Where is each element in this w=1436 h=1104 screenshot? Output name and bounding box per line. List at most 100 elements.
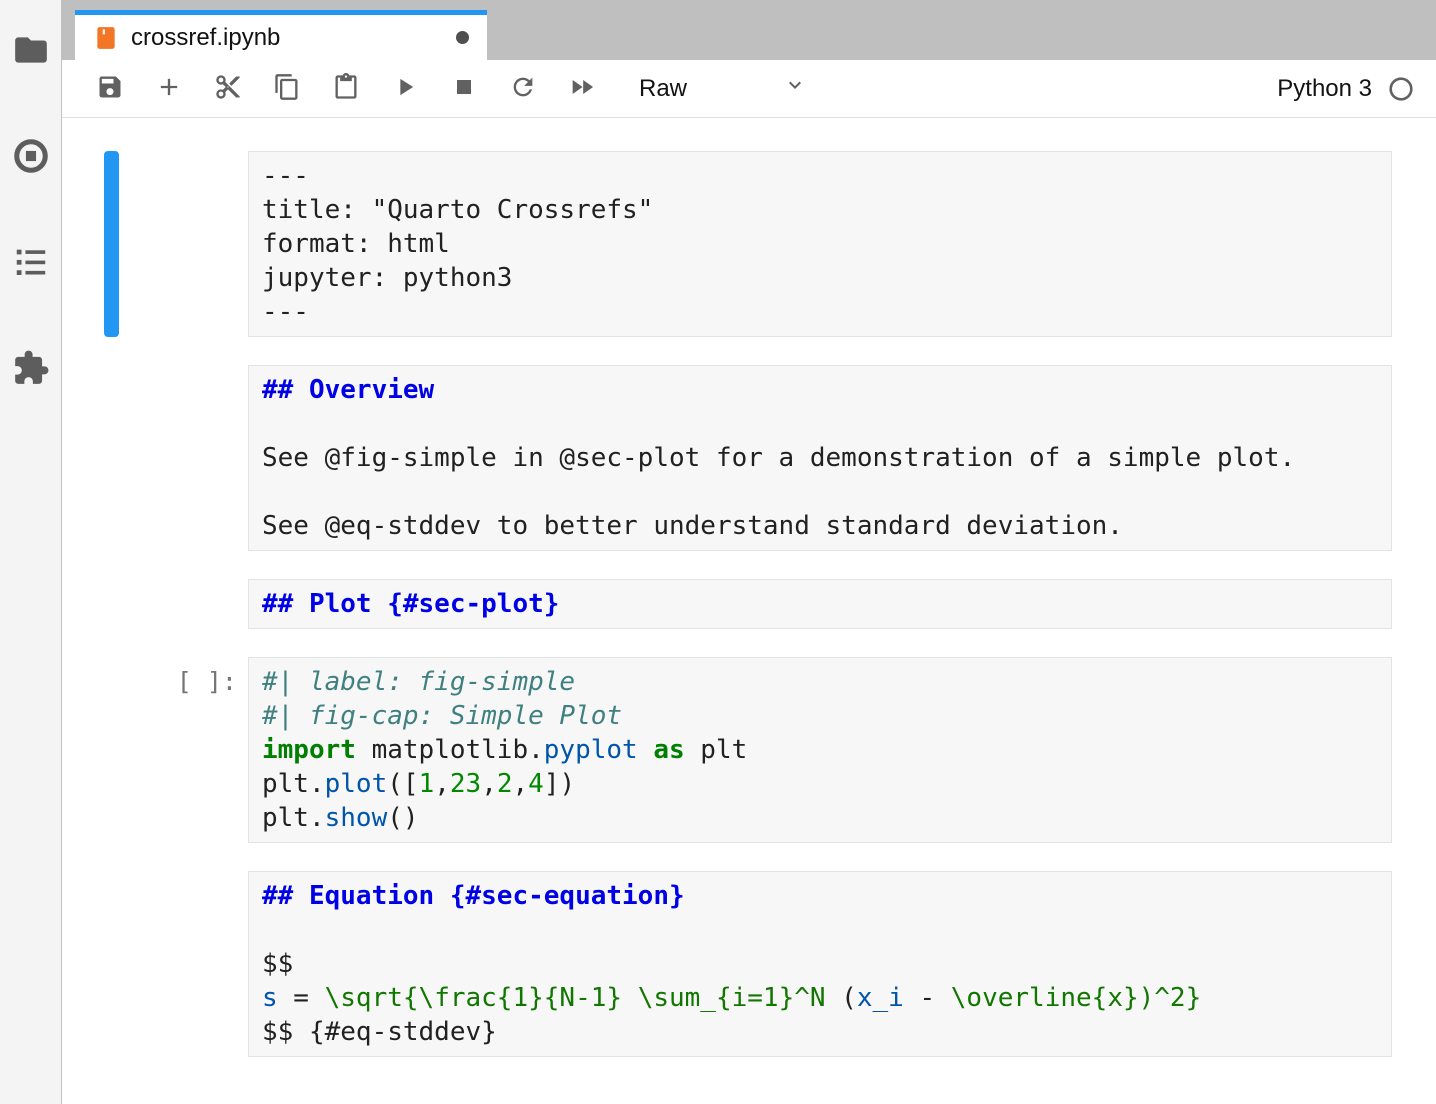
code-token: plt.: [262, 769, 325, 799]
code-token: 23: [450, 769, 481, 799]
code-token: ([: [387, 769, 418, 799]
unsaved-changes-dot[interactable]: [456, 31, 469, 44]
puzzle-icon: [12, 349, 50, 390]
code-line: ## Equation {#sec-equation}: [249, 879, 1391, 913]
insert-cell-button[interactable]: [147, 67, 191, 111]
notebook-cell-markdown: ## Equation {#sec-equation} $$s = \sqrt{…: [104, 871, 1392, 1057]
cell-editor[interactable]: ## Overview See @fig-simple in @sec-plot…: [248, 365, 1392, 551]
plus-icon: [155, 73, 183, 104]
cut-cells-button[interactable]: [206, 67, 250, 111]
code-token: import: [262, 735, 356, 765]
code-token: #| fig-cap: Simple Plot: [262, 701, 622, 731]
code-line: format: html: [249, 227, 1391, 261]
code-token: (: [826, 983, 857, 1013]
code-token: jupyter: python3: [262, 263, 512, 293]
cell-collapser[interactable]: [104, 365, 119, 551]
code-token: 2: [497, 769, 513, 799]
code-token: ---: [262, 297, 309, 327]
tab-crossref-ipynb[interactable]: crossref.ipynb: [75, 10, 487, 60]
cell-editor[interactable]: --- title: "Quarto Crossrefs" format: html…: [248, 151, 1392, 337]
code-line: ## Plot {#sec-plot}: [249, 587, 1391, 621]
restart-icon: [509, 73, 537, 104]
code-token: title: "Quarto Crossrefs": [262, 195, 653, 225]
code-token: \sqrt{\frac{1}{N-1} \sum_{i=1}^N: [325, 983, 826, 1013]
code-line: [249, 407, 1391, 441]
code-token: matplotlib.: [356, 735, 544, 765]
restart-kernel-button[interactable]: [501, 67, 545, 111]
folder-icon: [12, 31, 50, 72]
sidebar-item-file-browser[interactable]: [11, 32, 51, 70]
kernel-name[interactable]: Python 3: [1277, 75, 1372, 103]
code-token: ## Overview: [262, 375, 434, 405]
stop-icon: [450, 73, 478, 104]
code-line: ---: [249, 295, 1391, 329]
code-line: plt.plot([1,23,2,4]): [249, 767, 1391, 801]
code-token: See @fig-simple in @sec-plot for a demon…: [262, 443, 1295, 473]
fast-forward-icon: [568, 73, 596, 104]
cell-editor[interactable]: ## Plot {#sec-plot}: [248, 579, 1392, 629]
code-token: See @eq-stddev to better understand stan…: [262, 511, 1123, 541]
chevron-down-icon: [783, 73, 807, 104]
code-token: as: [653, 735, 684, 765]
code-token: ## Plot {#sec-plot}: [262, 589, 559, 619]
code-token: ## Equation {#sec-equation}: [262, 881, 685, 911]
code-token: plot: [325, 769, 388, 799]
notebook-cell-raw: --- title: "Quarto Crossrefs" format: html…: [104, 151, 1392, 337]
paste-icon: [332, 73, 360, 104]
cell-editor[interactable]: ## Equation {#sec-equation} $$s = \sqrt{…: [248, 871, 1392, 1057]
kernel-status-icon[interactable]: [1388, 76, 1414, 102]
copy-cells-button[interactable]: [265, 67, 309, 111]
code-token: format: html: [262, 229, 450, 259]
run-cell-button[interactable]: [383, 67, 427, 111]
code-token: [638, 735, 654, 765]
code-line: ## Overview: [249, 373, 1391, 407]
cell-editor[interactable]: #| label: fig-simple #| fig-cap: Simple P…: [248, 657, 1392, 843]
code-token: ,: [434, 769, 450, 799]
cell-prompt: [119, 871, 248, 1057]
code-line: [249, 913, 1391, 947]
code-line: import matplotlib.pyplot as plt: [249, 733, 1391, 767]
scissors-icon: [214, 73, 242, 104]
code-token: 1: [419, 769, 435, 799]
code-token: ---: [262, 161, 309, 191]
interrupt-kernel-button[interactable]: [442, 67, 486, 111]
code-token: show: [325, 803, 388, 833]
play-icon: [391, 73, 419, 104]
code-line: s = \sqrt{\frac{1}{N-1} \sum_{i=1}^N (x_…: [249, 981, 1391, 1015]
code-line: See @fig-simple in @sec-plot for a demon…: [249, 441, 1391, 475]
cell-type-value: Raw: [639, 75, 687, 103]
code-token: #| label: fig-simple: [262, 667, 575, 697]
paste-cells-button[interactable]: [324, 67, 368, 111]
code-line: jupyter: python3: [249, 261, 1391, 295]
code-line: ---: [249, 159, 1391, 193]
cell-collapser[interactable]: [104, 871, 119, 1057]
notebook-area: --- title: "Quarto Crossrefs" format: html…: [62, 118, 1436, 1104]
cell-type-dropdown[interactable]: Raw: [639, 73, 807, 104]
cell-collapser[interactable]: [104, 579, 119, 629]
save-button[interactable]: [88, 67, 132, 111]
sidebar-item-running-kernels[interactable]: [11, 138, 51, 176]
code-line: See @eq-stddev to better understand stan…: [249, 509, 1391, 543]
code-line: #| label: fig-simple: [249, 665, 1391, 699]
notebook-cell-markdown: ## Plot {#sec-plot}: [104, 579, 1392, 629]
sidebar-item-table-of-contents[interactable]: [11, 244, 51, 282]
restart-and-run-all-button[interactable]: [560, 67, 604, 111]
sidebar-item-extensions[interactable]: [11, 350, 51, 388]
code-line: $$: [249, 947, 1391, 981]
code-token: $$ {#eq-stddev}: [262, 1017, 497, 1047]
code-token: ]): [544, 769, 575, 799]
code-token: =: [278, 983, 325, 1013]
code-line: title: "Quarto Crossrefs": [249, 193, 1391, 227]
cell-prompt: [119, 151, 248, 337]
code-token: 4: [528, 769, 544, 799]
notebook-cell-markdown: ## Overview See @fig-simple in @sec-plot…: [104, 365, 1392, 551]
cell-collapser[interactable]: [104, 151, 119, 337]
code-token: x_i: [857, 983, 904, 1013]
code-token: (): [387, 803, 418, 833]
code-token: $$: [262, 949, 293, 979]
save-icon: [96, 73, 124, 104]
code-token: -: [904, 983, 951, 1013]
cell-collapser[interactable]: [104, 657, 119, 843]
running-icon: [12, 137, 50, 178]
cell-prompt: [119, 579, 248, 629]
